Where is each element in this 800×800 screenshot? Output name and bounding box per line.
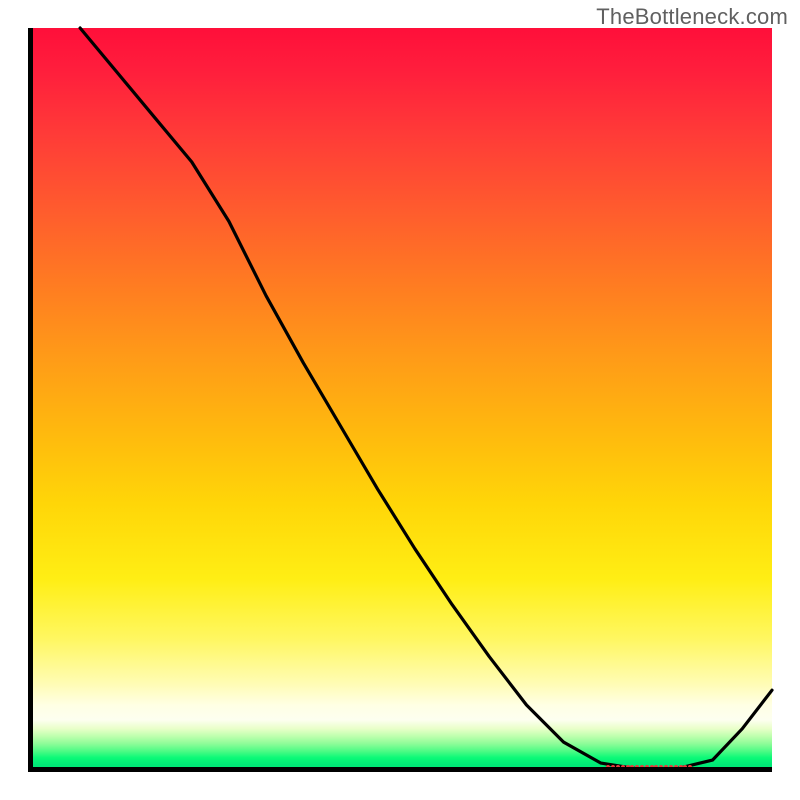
y-axis-line: [28, 28, 33, 772]
watermark-text: TheBottleneck.com: [596, 4, 788, 30]
bottleneck-curve-line: [80, 28, 772, 769]
chart-plot-area: [28, 28, 772, 772]
x-axis-line: [28, 767, 772, 772]
chart-line-layer: [28, 28, 772, 772]
